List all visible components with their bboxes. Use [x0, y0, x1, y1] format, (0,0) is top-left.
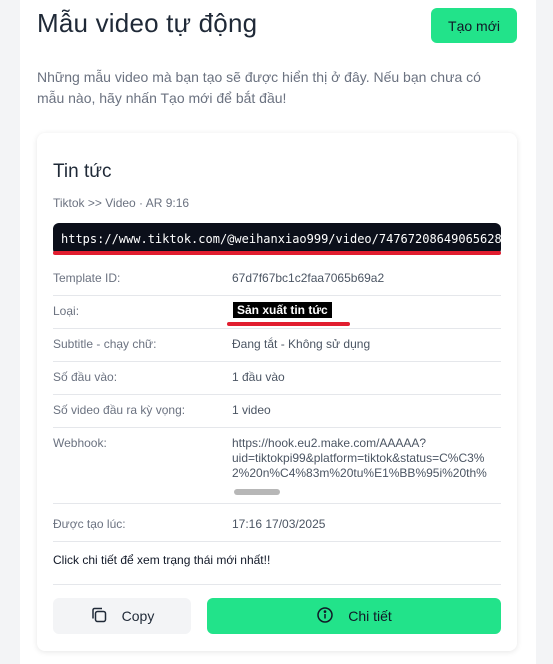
detail-button-label: Chi tiết — [348, 608, 392, 624]
detail-button[interactable]: Chi tiết — [207, 598, 501, 634]
row-template-id: Template ID: 67d7f67bc1c2faa7065b69a2 — [53, 271, 501, 296]
source-url-text: https://www.tiktok.com/@weihanxiao999/vi… — [61, 232, 501, 246]
card-title: Tin tức — [53, 161, 112, 182]
url-highlight-underline — [53, 251, 501, 255]
type-label: Loại: — [53, 304, 80, 318]
row-subtitle: Subtitle - chạy chữ: Đang tắt - Không sử… — [53, 337, 501, 362]
create-new-button[interactable]: Tạo mới — [431, 8, 517, 43]
outputs-value: 1 video — [232, 403, 271, 417]
refresh-note: Click chi tiết để xem trạng thái mới nhấ… — [53, 553, 271, 567]
card-subtitle: Tiktok >> Video · AR 9:16 — [53, 196, 190, 210]
page-title: Mẫu video tự động — [37, 8, 258, 38]
actions-divider — [53, 584, 501, 585]
row-outputs: Số video đầu ra kỳ vọng: 1 video — [53, 403, 501, 428]
webhook-scrollbar[interactable] — [232, 488, 501, 496]
row-created: Được tạo lúc: 17:16 17/03/2025 — [53, 517, 501, 542]
copy-button[interactable]: Copy — [53, 598, 191, 634]
info-circle-icon — [316, 606, 334, 627]
created-value: 17:16 17/03/2025 — [232, 517, 326, 531]
template-id-value: 67d7f67bc1c2faa7065b69a2 — [232, 271, 385, 285]
copy-icon — [90, 606, 108, 627]
webhook-value: https://hook.eu2.make.com/AAAAA? uid=tik… — [232, 436, 487, 480]
template-id-label: Template ID: — [53, 271, 121, 285]
row-inputs: Số đầu vào: 1 đầu vào — [53, 370, 501, 395]
template-card: Tin tức Tiktok >> Video · AR 9:16 https:… — [37, 133, 517, 651]
type-value-wrap: Sản xuất tin tức — [233, 302, 332, 318]
outputs-label: Số video đầu ra kỳ vọng: — [53, 403, 186, 417]
type-highlight-underline — [227, 322, 350, 326]
created-label: Được tạo lúc: — [53, 517, 126, 531]
inputs-value: 1 đầu vào — [232, 370, 285, 384]
intro-text: Những mẫu video mà bạn tạo sẽ được hiển … — [37, 69, 481, 106]
type-badge: Sản xuất tin tức — [233, 302, 332, 318]
subtitle-label: Subtitle - chạy chữ: — [53, 337, 157, 351]
copy-button-label: Copy — [121, 608, 155, 624]
subtitle-value: Đang tắt - Không sử dụng — [232, 337, 371, 351]
row-webhook: Webhook: https://hook.eu2.make.com/AAAAA… — [53, 436, 501, 504]
webhook-scrollbar-thumb[interactable] — [234, 489, 280, 495]
inputs-label: Số đầu vào: — [53, 370, 118, 384]
webhook-scroll-area[interactable]: https://hook.eu2.make.com/AAAAA? uid=tik… — [232, 436, 501, 496]
webhook-label: Webhook: — [53, 436, 107, 450]
